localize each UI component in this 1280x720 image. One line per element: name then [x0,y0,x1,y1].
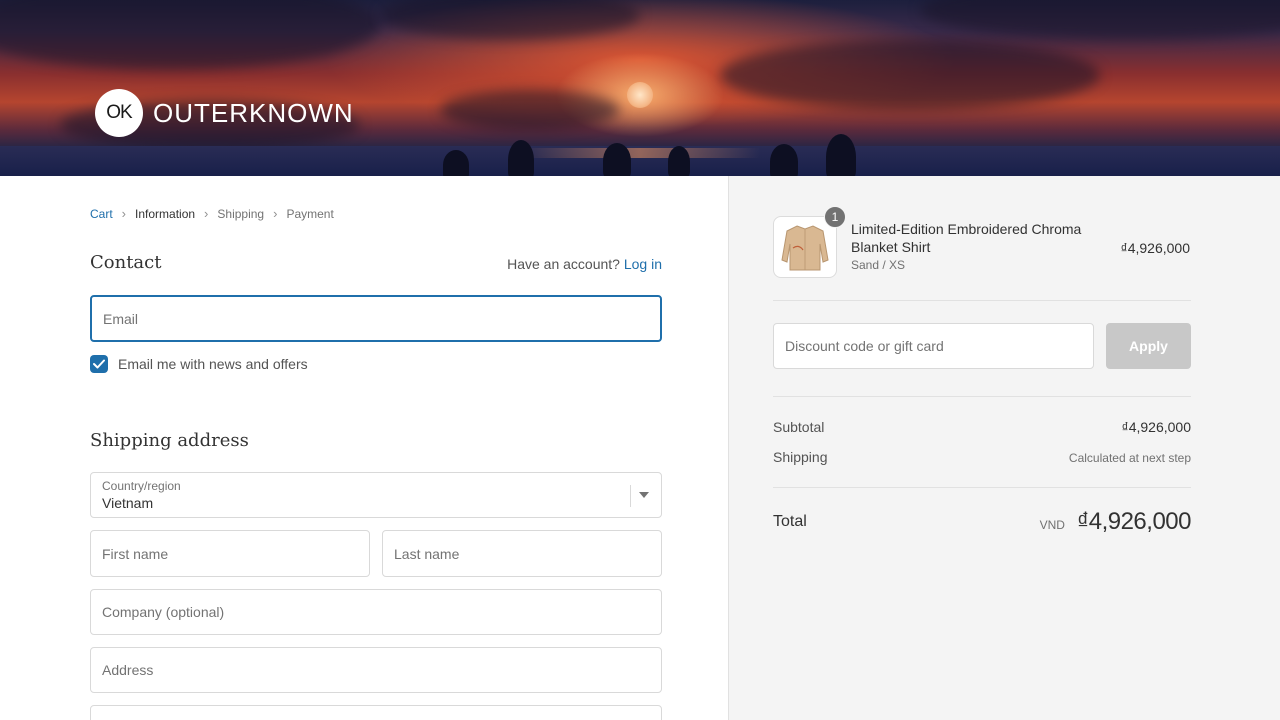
total-row: Total VND ₫4,926,000 [773,508,1192,536]
discount-input[interactable] [774,324,1093,368]
sun-graphic [627,82,653,108]
product-name: Limited-Edition Embroidered Chroma Blank… [851,221,1082,255]
contact-title: Contact [90,252,162,273]
subtotal-value: ₫4,926,000 [1121,419,1191,435]
discount-field[interactable] [773,323,1094,369]
newsletter-label: Email me with news and offers [118,356,308,372]
product-price: ₫4,926,000 [1120,240,1190,256]
address-field[interactable] [90,647,662,693]
country-value: Vietnam [102,495,154,511]
country-select[interactable]: Country/region Vietnam [90,472,662,518]
account-prompt-text: Have an account? [507,256,620,272]
email-input[interactable] [92,297,660,340]
breadcrumb-information: Information [135,206,196,221]
address-input[interactable] [91,648,661,692]
hero-banner: OK OUTERKNOWN [0,0,1280,176]
subtotal-label: Subtotal [773,419,825,435]
total-amount: ₫4,926,000 [1076,508,1192,535]
shipping-title: Shipping address [90,430,249,451]
logo-badge: OK [95,89,143,137]
breadcrumb-payment: Payment [286,206,334,221]
first-name-input[interactable] [91,531,369,576]
company-field[interactable] [90,589,662,635]
chevron-right-icon: › [121,206,127,221]
login-link[interactable]: Log in [624,256,662,272]
breadcrumb: Cart › Information › Shipping › Payment [90,206,334,221]
email-field[interactable] [90,295,662,342]
shirt-icon [781,225,829,271]
breadcrumb-shipping: Shipping [217,206,265,221]
order-summary: 1 Limited-Edition Embroidered Chroma Bla… [728,176,1280,720]
brand-name: OUTERKNOWN [153,97,354,128]
quantity-badge: 1 [824,206,846,228]
company-input[interactable] [91,590,661,634]
newsletter-option[interactable]: Email me with news and offers [90,355,308,373]
checkout-main: Cart › Information › Shipping › Payment … [0,176,728,720]
shipping-row: Shipping Calculated at next step [773,449,1191,465]
total-label: Total [773,513,807,530]
total-currency: VND [1039,518,1065,532]
checkmark-icon [93,359,105,369]
country-label: Country/region [102,479,181,493]
divider [773,487,1191,488]
last-name-input[interactable] [383,531,661,576]
chevron-right-icon: › [273,206,278,221]
chevron-down-icon [639,492,649,498]
first-name-field[interactable] [90,530,370,577]
shipping-label: Shipping [773,449,828,465]
chevron-right-icon: › [204,206,209,221]
divider [773,300,1191,301]
account-prompt: Have an account? Log in [507,256,662,272]
last-name-field[interactable] [382,530,662,577]
breadcrumb-cart[interactable]: Cart [90,207,113,221]
shipping-value: Calculated at next step [1068,451,1191,465]
newsletter-checkbox[interactable] [90,355,108,373]
subtotal-row: Subtotal ₫4,926,000 [773,419,1191,435]
product-variant: Sand / XS [851,258,906,272]
divider [773,396,1191,397]
brand-logo[interactable]: OK OUTERKNOWN [95,89,354,137]
apply-button[interactable]: Apply [1106,323,1191,369]
apartment-field[interactable] [90,705,662,720]
